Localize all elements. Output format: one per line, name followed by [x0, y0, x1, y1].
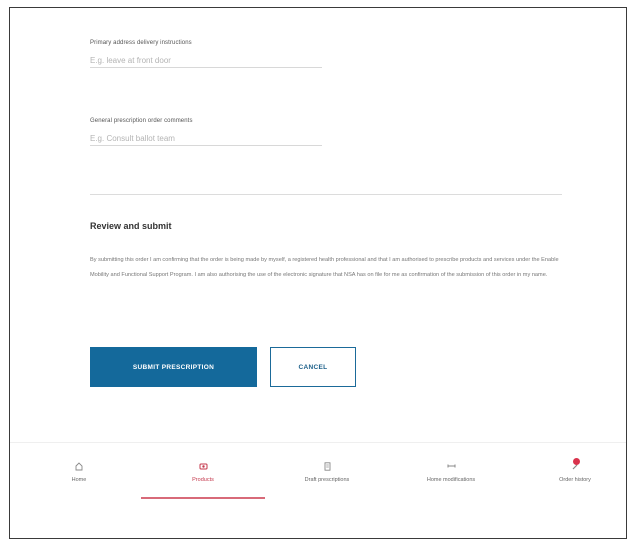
history-icon [570, 458, 580, 471]
delivery-instructions-field: Primary address delivery instructions [90, 40, 322, 68]
order-comments-input[interactable] [90, 131, 322, 146]
bottom-nav: Home Products Draft prescriptions Home m… [10, 442, 626, 499]
nav-label-order-history: Order history [559, 477, 591, 483]
section-divider [90, 194, 562, 195]
notification-badge [573, 458, 580, 465]
nav-item-home-modifications[interactable]: Home modifications [389, 443, 513, 497]
active-tab-indicator [141, 497, 265, 499]
order-comments-field: General prescription order comments [90, 118, 322, 146]
home-icon [74, 461, 84, 471]
review-title: Review and submit [90, 221, 172, 231]
tools-icon [446, 461, 456, 471]
nav-label-products: Products [192, 477, 214, 483]
review-disclaimer: By submitting this order I am confirming… [90, 257, 559, 278]
delivery-instructions-input[interactable] [90, 53, 322, 68]
app-frame: Primary address delivery instructions Ge… [9, 7, 627, 539]
nav-item-home[interactable]: Home [17, 443, 141, 497]
nav-item-products[interactable]: Products [141, 443, 265, 497]
nav-item-draft-prescriptions[interactable]: Draft prescriptions [265, 443, 389, 497]
nav-item-order-history[interactable]: Order history [513, 443, 626, 497]
order-comments-label: General prescription order comments [90, 118, 193, 124]
draft-icon [322, 461, 332, 471]
submit-prescription-button[interactable]: SUBMIT PRESCRIPTION [90, 347, 257, 387]
nav-label-draft-prescriptions: Draft prescriptions [304, 477, 350, 483]
nav-label-home: Home [71, 477, 87, 483]
delivery-instructions-label: Primary address delivery instructions [90, 40, 192, 46]
nav-label-home-modifications: Home modifications [426, 477, 476, 483]
products-icon [198, 461, 208, 471]
cancel-button[interactable]: CANCEL [270, 347, 356, 387]
